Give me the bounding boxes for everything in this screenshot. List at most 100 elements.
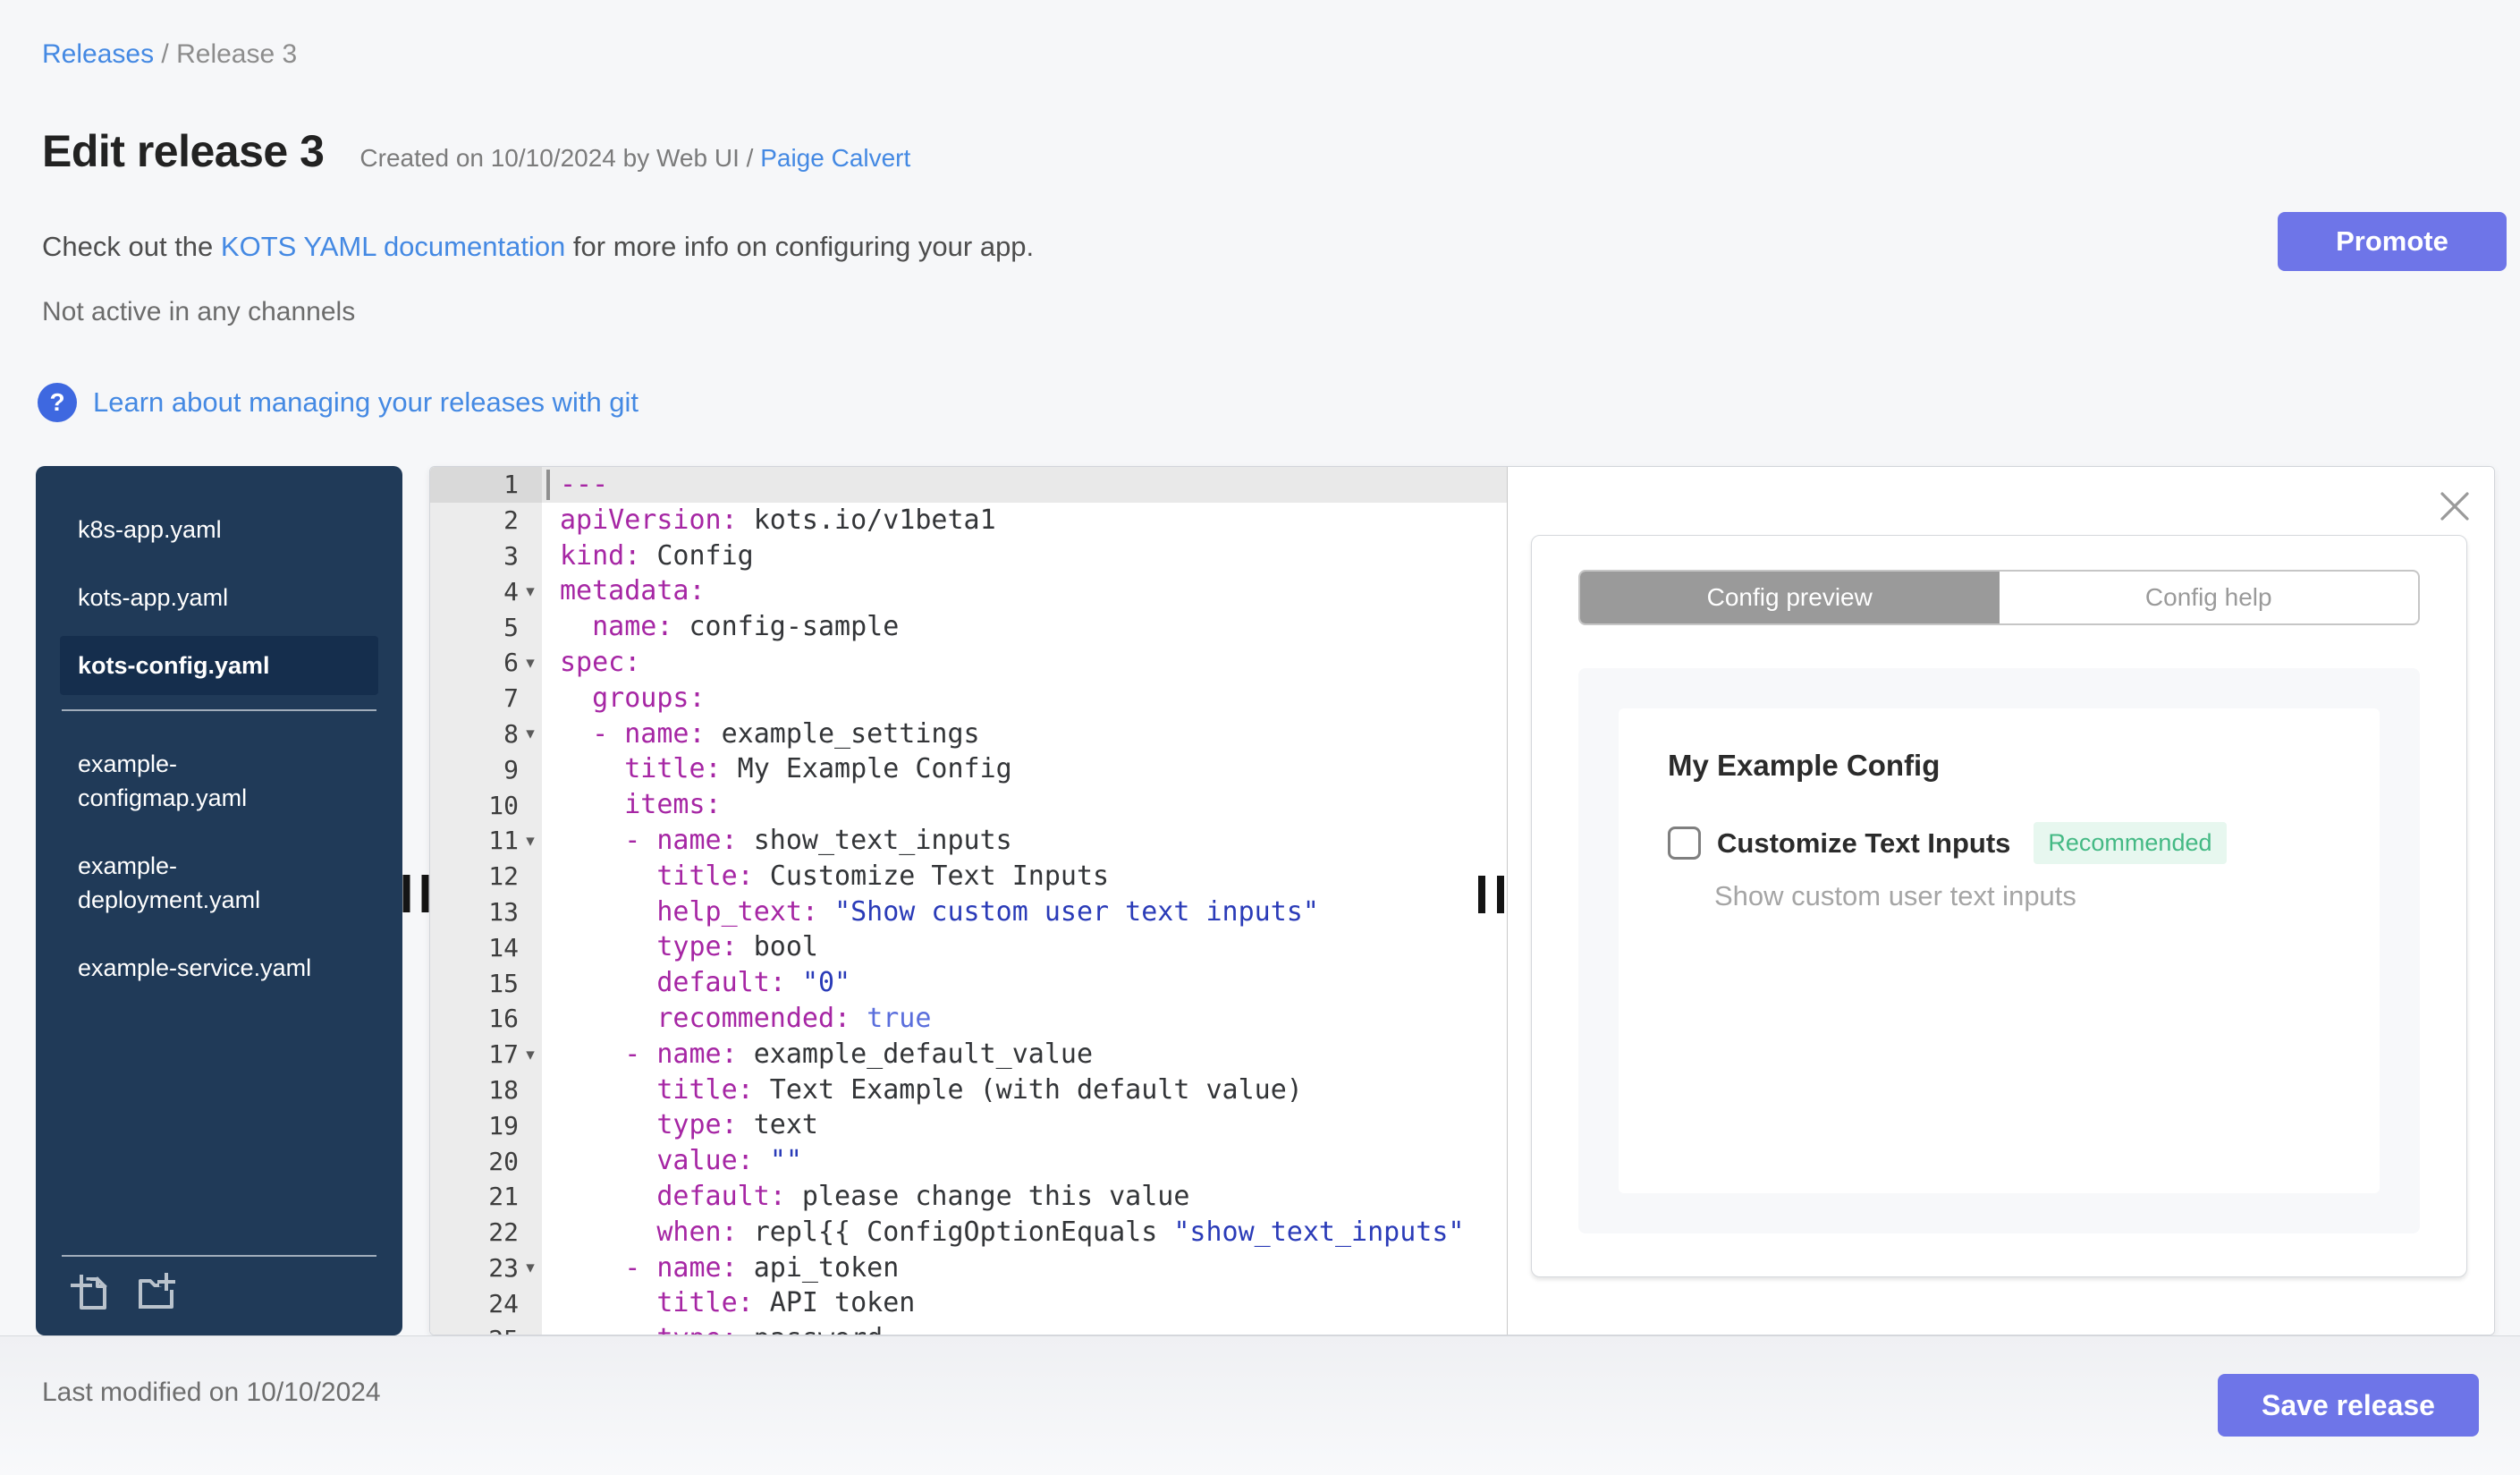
file-list: k8s-app.yaml kots-app.yaml kots-config.yam… [60, 500, 378, 1006]
line-number: 16 [488, 1004, 519, 1034]
customize-text-inputs-checkbox[interactable] [1668, 827, 1701, 860]
config-item-label: Customize Text Inputs [1717, 827, 2011, 859]
code-line-13[interactable]: help_text: "Show custom user text inputs… [542, 894, 1507, 930]
kots-yaml-docs-link[interactable]: KOTS YAML documentation [221, 231, 565, 262]
token-plain: bool [737, 931, 818, 963]
code-line-12[interactable]: title: Customize Text Inputs [542, 859, 1507, 894]
editor-code[interactable]: --- apiVersion: kots.io/v1beta1 kind: Conf… [542, 467, 1507, 1335]
code-line-18[interactable]: title: Text Example (with default value) [542, 1072, 1507, 1108]
gutter-line-9: 9 [430, 751, 542, 787]
sidebar-file-kots-app.yaml[interactable]: kots-app.yaml [60, 568, 378, 627]
line-number: 22 [488, 1217, 519, 1248]
new-folder-icon[interactable] [133, 1271, 176, 1314]
token-key: default: [656, 1180, 786, 1212]
promote-button[interactable]: Promote [2278, 212, 2507, 271]
gutter-line-13: 13 [430, 894, 542, 930]
gutter-line-1: 1 [430, 467, 542, 503]
yaml-editor[interactable]: 1 2 3 4 ▾ 5 6 ▾ 7 8 ▾ 9 10 11 ▾ 12 13 14 15 16 17 ▾ 18 19 20 21 22… [430, 467, 1508, 1335]
token-plain: show_text_inputs [737, 824, 1012, 856]
code-line-15[interactable]: default: "0" [542, 965, 1507, 1001]
new-file-icon[interactable] [67, 1271, 110, 1314]
sidebar-file-k8s-app.yaml[interactable]: k8s-app.yaml [60, 500, 378, 559]
created-author-link[interactable]: Paige Calvert [760, 144, 910, 172]
code-line-8[interactable]: - name: example_settings [542, 716, 1507, 752]
code-line-6[interactable]: spec: [542, 645, 1507, 681]
token-key: - name: [624, 824, 738, 856]
right-drag-handle[interactable] [1478, 876, 1504, 913]
code-line-7[interactable]: groups: [542, 681, 1507, 716]
code-line-1[interactable]: --- [542, 467, 1507, 503]
close-icon[interactable] [2439, 490, 2471, 522]
sidebar-file-kots-config.yaml[interactable]: kots-config.yaml [60, 636, 378, 695]
git-releases-link[interactable]: Learn about managing your releases with … [93, 386, 638, 419]
config-preview-area: My Example Config Customize Text Inputs … [1578, 668, 2420, 1233]
editor-preview-panel: 1 2 3 4 ▾ 5 6 ▾ 7 8 ▾ 9 10 11 ▾ 12 13 14 15 16 17 ▾ 18 19 20 21 22… [429, 466, 2495, 1335]
save-release-button[interactable]: Save release [2218, 1374, 2479, 1437]
tab-config-preview[interactable]: Config preview [1580, 572, 2000, 623]
code-line-9[interactable]: title: My Example Config [542, 751, 1507, 787]
fold-arrow-icon[interactable]: ▾ [519, 653, 542, 673]
code-line-4[interactable]: metadata: [542, 573, 1507, 609]
code-line-19[interactable]: type: text [542, 1107, 1507, 1143]
fold-arrow-icon[interactable]: ▾ [519, 581, 542, 601]
code-line-16[interactable]: recommended: true [542, 1001, 1507, 1037]
drag-handle-bar [1497, 876, 1504, 913]
sidebar-file-example-service.yaml[interactable]: example-service.yaml [60, 938, 378, 997]
code-line-24[interactable]: title: API token [542, 1285, 1507, 1321]
code-line-23[interactable]: - name: api_token [542, 1250, 1507, 1286]
preview-tabs: Config preview Config help [1578, 570, 2420, 625]
code-line-20[interactable]: value: "" [542, 1143, 1507, 1179]
code-line-21[interactable]: default: please change this value [542, 1179, 1507, 1215]
recommended-badge: Recommended [2034, 822, 2227, 864]
footer-bar: Last modified on 10/10/2024 Save release [0, 1335, 2520, 1475]
gutter-line-23: 23 ▾ [430, 1250, 542, 1286]
line-number: 4 [503, 576, 519, 606]
gutter-line-3: 3 [430, 538, 542, 574]
drag-handle-bar [402, 875, 410, 912]
left-drag-handle[interactable] [402, 875, 429, 912]
code-line-5[interactable]: name: config-sample [542, 609, 1507, 645]
token-str: "Show custom user text inputs" [834, 895, 1319, 928]
code-line-14[interactable]: type: bool [542, 929, 1507, 965]
line-number: 14 [488, 932, 519, 962]
token-key: metadata: [560, 575, 706, 607]
line-number: 17 [488, 1039, 519, 1070]
code-line-2[interactable]: apiVersion: kots.io/v1beta1 [542, 503, 1507, 538]
tab-config-help[interactable]: Config help [2000, 572, 2419, 623]
token-key: - name: [592, 717, 706, 750]
token-key: type: [656, 931, 738, 963]
config-item-help-text: Show custom user text inputs [1714, 880, 2076, 911]
breadcrumb-releases-link[interactable]: Releases [42, 39, 154, 69]
fold-arrow-icon[interactable]: ▾ [519, 831, 542, 851]
fold-arrow-icon[interactable]: ▾ [519, 1258, 542, 1277]
code-line-17[interactable]: - name: example_default_value [542, 1037, 1507, 1072]
sidebar-file-example-configmap.yaml[interactable]: example-configmap.yaml [60, 734, 378, 827]
file-name: kots-config.yaml [78, 652, 270, 679]
token-key: --- [560, 469, 609, 500]
line-number: 21 [488, 1182, 519, 1212]
fold-arrow-icon[interactable]: ▾ [519, 1045, 542, 1064]
fold-arrow-icon[interactable]: ▾ [519, 724, 542, 743]
code-line-22[interactable]: when: repl{{ ConfigOptionEquals "show_te… [542, 1215, 1507, 1250]
line-number: 5 [503, 612, 519, 642]
edit-release-page: { "breadcrumb": { "releases_link": "Rele… [0, 0, 2520, 1475]
gutter-line-5: 5 [430, 609, 542, 645]
code-line-11[interactable]: - name: show_text_inputs [542, 823, 1507, 859]
code-line-10[interactable]: items: [542, 787, 1507, 823]
code-line-3[interactable]: kind: Config [542, 538, 1507, 574]
text-cursor [546, 470, 550, 500]
code-line-25[interactable]: type: password [542, 1321, 1507, 1335]
sidebar-file-example-deployment.yaml[interactable]: example-deployment.yaml [60, 836, 378, 929]
gutter-line-8: 8 ▾ [430, 716, 542, 752]
